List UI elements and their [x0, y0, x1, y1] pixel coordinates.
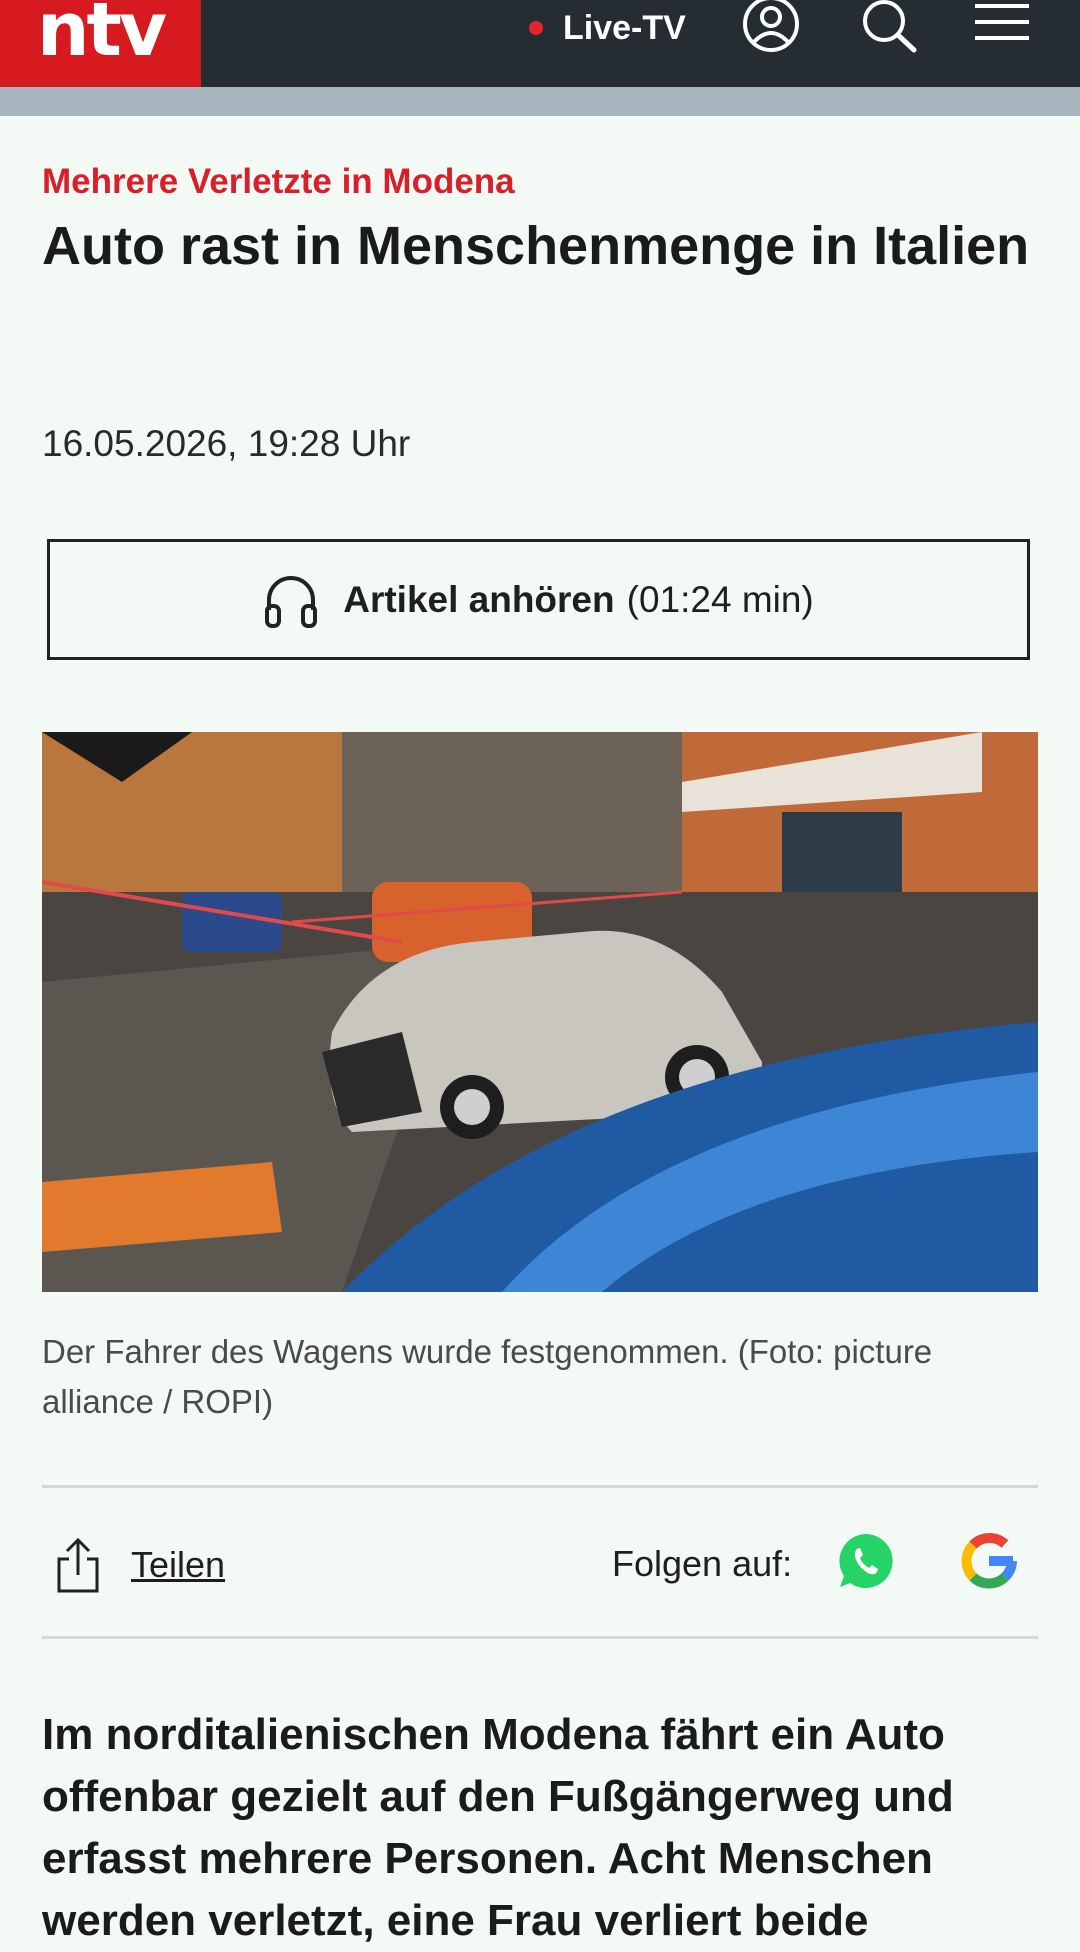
- listen-duration: (01:24 min): [626, 578, 814, 620]
- top-navigation-bar: ntv Live-TV: [0, 0, 1080, 87]
- listen-article-button[interactable]: Artikel anhören (01:24 min): [47, 539, 1030, 660]
- whatsapp-icon[interactable]: [836, 1531, 896, 1591]
- user-icon[interactable]: [740, 0, 802, 56]
- follow-label: Folgen auf:: [612, 1543, 793, 1584]
- headphones-icon: [265, 575, 318, 628]
- divider-bottom: [42, 1636, 1038, 1639]
- live-indicator-dot: [529, 21, 543, 35]
- live-tv-label: Live-TV: [563, 8, 686, 47]
- share-label: Teilen: [131, 1544, 226, 1585]
- search-icon[interactable]: [858, 0, 920, 56]
- article-date: 16.05.2026, 19:28 Uhr: [42, 423, 411, 464]
- share-button[interactable]: Teilen: [55, 1537, 225, 1593]
- google-icon[interactable]: [959, 1531, 1019, 1591]
- article-photo[interactable]: [42, 732, 1038, 1292]
- share-icon: [57, 1537, 99, 1593]
- live-tv-link[interactable]: Live-TV: [529, 6, 686, 50]
- menu-icon[interactable]: [971, 0, 1033, 56]
- header-sub-bar: [0, 87, 1080, 116]
- article-lead-paragraph: Im norditalienischen Modena fährt ein Au…: [42, 1710, 954, 1945]
- article-headline: Auto rast in Menschenmenge in Italien: [42, 216, 1030, 276]
- article-kicker: Mehrere Verletzte in Modena: [42, 162, 515, 201]
- ntv-logo[interactable]: ntv: [0, 0, 201, 87]
- divider-top: [42, 1485, 1038, 1488]
- listen-label: Artikel anhören: [343, 578, 615, 620]
- image-caption: Der Fahrer des Wagens wurde festgenommen…: [42, 1333, 933, 1420]
